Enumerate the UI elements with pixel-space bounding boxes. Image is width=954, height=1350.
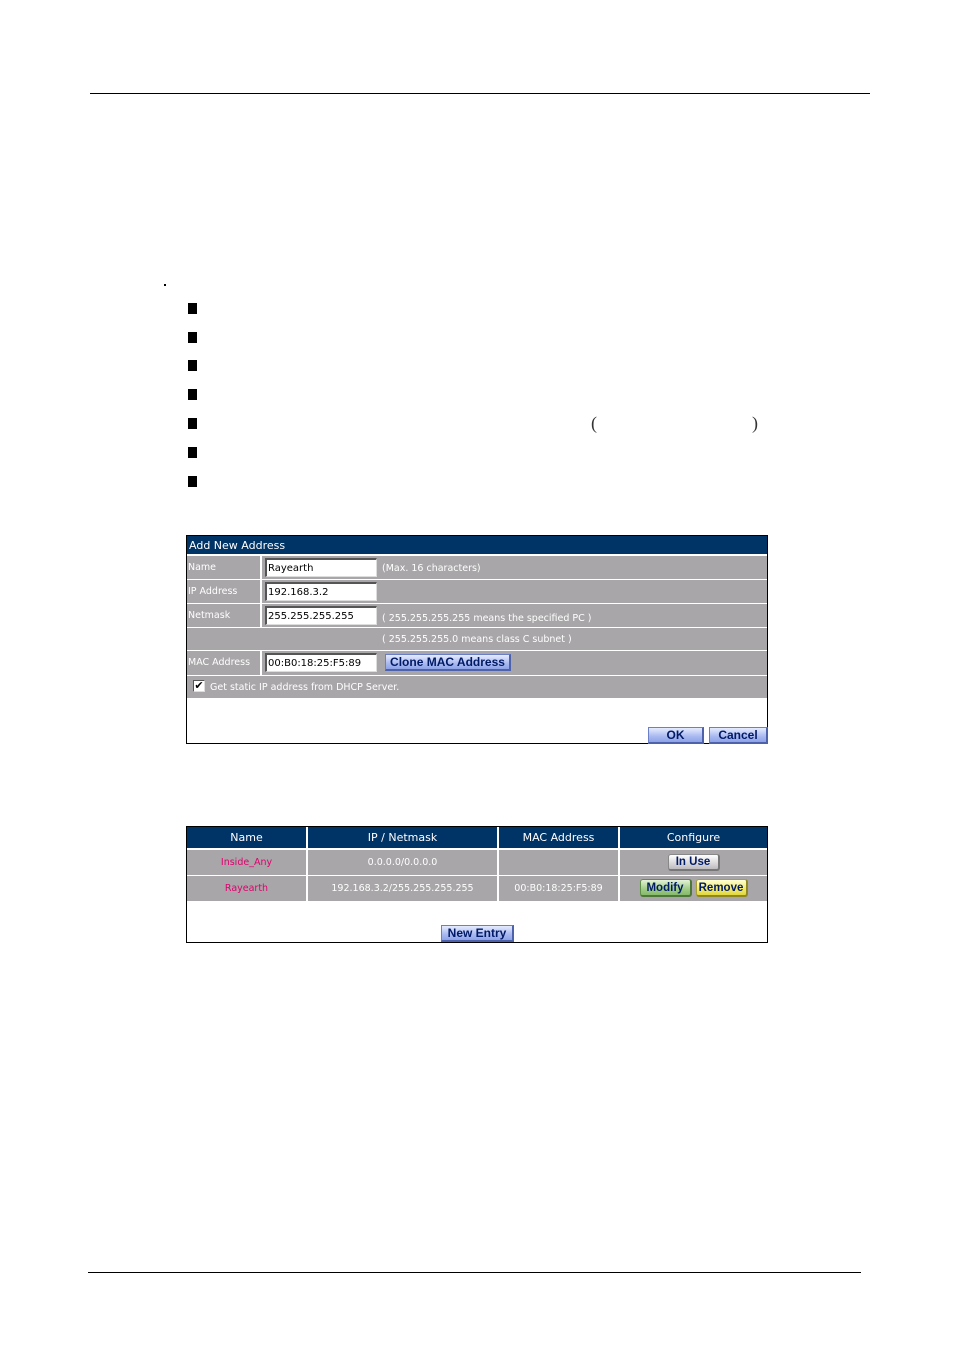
netmask-input[interactable] bbox=[265, 606, 377, 625]
ip-row: IP Address bbox=[187, 580, 767, 604]
name-input[interactable] bbox=[265, 558, 377, 577]
bullet-icon bbox=[188, 332, 197, 343]
header-rule bbox=[90, 93, 870, 94]
remove-button[interactable]: Remove bbox=[695, 879, 748, 897]
cancel-button[interactable]: Cancel bbox=[709, 727, 768, 744]
header-mac-address: MAC Address bbox=[498, 827, 620, 850]
name-hint: (Max. 16 characters) bbox=[382, 563, 481, 574]
netmask-label: Netmask bbox=[187, 604, 262, 627]
clone-mac-button[interactable]: Clone MAC Address bbox=[385, 654, 511, 671]
name-row: Name (Max. 16 characters) bbox=[187, 556, 767, 580]
form-title: Add New Address bbox=[187, 536, 767, 556]
netmask-hint: ( 255.255.255.255 means the specified PC… bbox=[382, 613, 592, 624]
header-name: Name bbox=[187, 827, 308, 850]
name-label: Name bbox=[187, 556, 262, 579]
bullet-icon bbox=[188, 360, 197, 371]
dhcp-checkbox[interactable]: ✔ bbox=[193, 680, 205, 692]
new-entry-button[interactable]: New Entry bbox=[441, 925, 514, 942]
row-name: Inside_Any bbox=[187, 849, 308, 876]
netmask-hint2: ( 255.255.255.0 means class C subnet ) bbox=[382, 634, 572, 645]
netmask-row: Netmask ( 255.255.255.255 means the spec… bbox=[187, 604, 767, 628]
bullet-icon bbox=[188, 476, 197, 487]
header-configure: Configure bbox=[619, 827, 767, 850]
header-ip-netmask: IP / Netmask bbox=[307, 827, 499, 850]
open-paren: ( bbox=[591, 413, 597, 433]
row-ip-netmask: 192.168.3.2/255.255.255.255 bbox=[307, 875, 499, 902]
bullet-icon bbox=[188, 418, 197, 429]
bullet-icon bbox=[188, 303, 197, 314]
bullet-icon bbox=[188, 447, 197, 458]
dhcp-row: ✔ Get static IP address from DHCP Server… bbox=[187, 676, 767, 698]
table-header-row: Name IP / Netmask MAC Address Configure bbox=[187, 827, 767, 850]
ok-button[interactable]: OK bbox=[648, 727, 704, 744]
modify-button[interactable]: Modify bbox=[639, 879, 692, 897]
bullet-icon bbox=[188, 389, 197, 400]
row-mac: 00:B0:18:25:F5:89 bbox=[498, 875, 620, 902]
row-configure: Modify Remove bbox=[619, 875, 767, 902]
ip-input[interactable] bbox=[265, 582, 377, 601]
in-use-button[interactable]: In Use bbox=[667, 853, 720, 871]
footer-rule bbox=[88, 1272, 861, 1273]
mac-row: MAC Address Clone MAC Address bbox=[187, 651, 767, 676]
ip-label: IP Address bbox=[187, 580, 262, 603]
netmask-hint2-row: ( 255.255.255.0 means class C subnet ) bbox=[187, 628, 767, 651]
list-dot bbox=[164, 284, 166, 286]
row-ip-netmask: 0.0.0.0/0.0.0.0 bbox=[307, 849, 499, 876]
table-row: Rayearth 192.168.3.2/255.255.255.255 00:… bbox=[187, 875, 767, 902]
row-name: Rayearth bbox=[187, 875, 308, 902]
address-table: Name IP / Netmask MAC Address Configure … bbox=[187, 827, 767, 902]
row-mac bbox=[498, 849, 620, 876]
mac-label: MAC Address bbox=[187, 651, 262, 675]
address-table-panel: Name IP / Netmask MAC Address Configure … bbox=[186, 826, 768, 943]
close-paren: ) bbox=[752, 413, 758, 433]
dhcp-checkbox-label: Get static IP address from DHCP Server. bbox=[210, 682, 400, 693]
mac-input[interactable] bbox=[265, 653, 377, 672]
table-row: Inside_Any 0.0.0.0/0.0.0.0 In Use bbox=[187, 849, 767, 876]
add-address-form: Add New Address Name (Max. 16 characters… bbox=[186, 535, 768, 744]
row-configure: In Use bbox=[619, 849, 767, 876]
